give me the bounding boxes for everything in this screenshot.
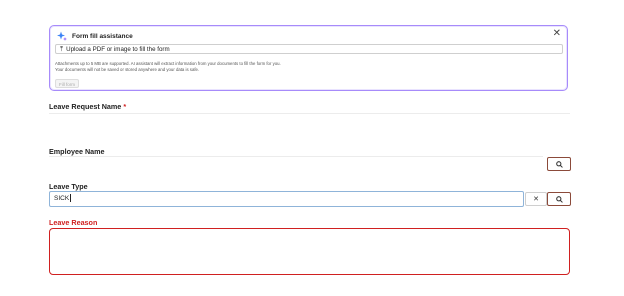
- search-icon: [555, 160, 563, 168]
- text-caret: [69, 194, 71, 203]
- upload-icon: ⤒: [60, 45, 64, 53]
- clear-leave-type-button[interactable]: ✕: [525, 192, 547, 206]
- required-marker: *: [123, 102, 127, 111]
- upload-document-button[interactable]: ⤒ Upload a PDF or image to fill the form: [55, 44, 563, 54]
- upload-label: Upload a PDF or image to fill the form: [66, 45, 170, 53]
- assist-header: Form fill assistance: [57, 31, 133, 41]
- leave-request-name-field[interactable]: [49, 113, 570, 114]
- privacy-note: Your documents will not be saved or stor…: [55, 67, 200, 72]
- search-icon: [555, 195, 563, 203]
- assist-title: Form fill assistance: [72, 32, 133, 40]
- leave-request-name-text: Leave Request Name: [49, 102, 122, 111]
- leave-type-input[interactable]: SICK: [49, 191, 524, 207]
- employee-name-field[interactable]: [49, 156, 543, 157]
- close-icon[interactable]: ✕: [553, 29, 561, 39]
- form-fill-assistance-panel: Form fill assistance ✕ ⤒ Upload a PDF or…: [49, 25, 568, 91]
- leave-request-name-label: Leave Request Name *: [49, 102, 126, 111]
- employee-name-label: Employee Name: [49, 147, 105, 156]
- leave-type-value: SICK: [54, 195, 70, 202]
- fill-form-button[interactable]: Fill form: [55, 79, 79, 88]
- attachment-note: Attachments up to 5 MB are supported. AI…: [55, 61, 281, 66]
- employee-lookup-button[interactable]: [547, 157, 571, 171]
- leave-type-label: Leave Type: [49, 182, 88, 191]
- leave-reason-textarea[interactable]: [49, 228, 570, 275]
- clear-icon: ✕: [533, 196, 539, 203]
- leave-type-lookup-button[interactable]: [547, 192, 571, 206]
- leave-reason-label: Leave Reason: [49, 218, 98, 227]
- sparkle-icon: [57, 31, 67, 41]
